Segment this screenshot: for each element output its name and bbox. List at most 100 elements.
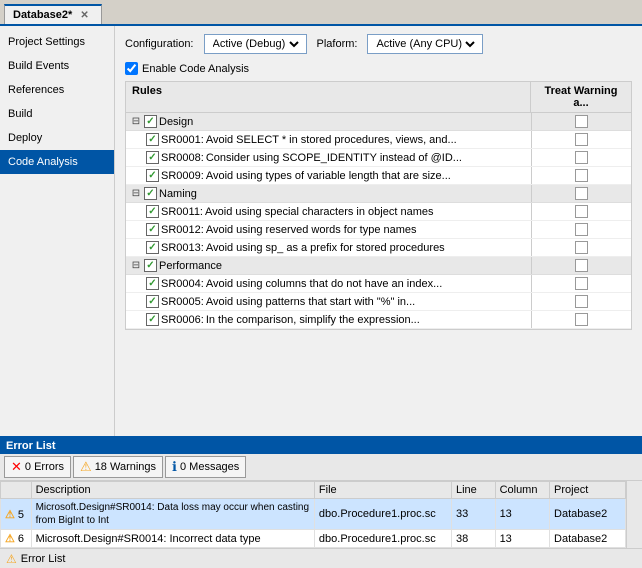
error-table-container: Description File Line Column Project ⚠ 5… (0, 481, 642, 548)
rules-column-header: Rules (126, 82, 531, 112)
col-project: Project (550, 482, 626, 499)
configuration-select[interactable]: Active (Debug) (204, 34, 307, 54)
rule-sr0001: SR0001: Avoid SELECT * in stored procedu… (126, 131, 631, 149)
sr0004-text: Avoid using columns that do not have an … (206, 278, 442, 290)
sr0008-warn-checkbox[interactable] (575, 151, 588, 164)
sr0001-text: Avoid SELECT * in stored procedures, vie… (206, 134, 457, 146)
database2-tab[interactable]: Database2* ✕ (4, 4, 102, 24)
errors-button[interactable]: ✕ 0 Errors (4, 456, 71, 478)
row1-project: Database2 (550, 499, 626, 530)
sr0009-text: Avoid using types of variable length tha… (206, 170, 451, 182)
sr0012-warn-checkbox[interactable] (575, 223, 588, 236)
rules-table: Rules Treat Warning a... ⊟ Design (125, 81, 632, 330)
sr0012-id: SR0012: (161, 224, 204, 236)
sr0006-checkbox[interactable] (146, 313, 159, 326)
tab-close-icon[interactable]: ✕ (80, 10, 88, 21)
rule-sr0009: SR0009: Avoid using types of variable le… (126, 167, 631, 185)
sr0005-warn-checkbox[interactable] (575, 295, 588, 308)
platform-dropdown[interactable]: Active (Any CPU) (372, 37, 478, 51)
sr0013-checkbox[interactable] (146, 241, 159, 254)
group-naming: ⊟ Naming (126, 185, 631, 203)
design-group-label: Design (159, 116, 193, 128)
col-line: Line (451, 482, 495, 499)
naming-group-checkbox[interactable] (144, 187, 157, 200)
sr0006-text: In the comparison, simplify the expressi… (206, 314, 420, 326)
sr0011-warn-checkbox[interactable] (575, 205, 588, 218)
performance-group-label: Performance (159, 260, 222, 272)
sr0006-id: SR0006: (161, 314, 204, 326)
sr0009-warn-checkbox[interactable] (575, 169, 588, 182)
rule-sr0011: SR0011: Avoid using special characters i… (126, 203, 631, 221)
group-performance: ⊟ Performance (126, 257, 631, 275)
sr0004-id: SR0004: (161, 278, 204, 290)
error-list-section: Error List ✕ 0 Errors ⚠ 18 Warnings ℹ 0 … (0, 436, 642, 548)
sr0001-checkbox[interactable] (146, 133, 159, 146)
platform-label: Plaform: (317, 38, 358, 50)
design-group-checkbox[interactable] (144, 115, 157, 128)
error-list-header: Error List (0, 438, 642, 454)
error-table: Description File Line Column Project ⚠ 5… (0, 481, 626, 548)
col-file: File (314, 482, 451, 499)
error-toolbar: ✕ 0 Errors ⚠ 18 Warnings ℹ 0 Messages (0, 454, 642, 481)
performance-expand-btn[interactable]: ⊟ (130, 260, 142, 271)
configuration-dropdown[interactable]: Active (Debug) (209, 37, 302, 51)
error-row-2[interactable]: ⚠ 6 Microsoft.Design#SR0014: Incorrect d… (1, 530, 626, 548)
group-design: ⊟ Design (126, 113, 631, 131)
row2-project: Database2 (550, 530, 626, 548)
design-group-warn-checkbox[interactable] (575, 115, 588, 128)
tab-label: Database2* (13, 9, 72, 21)
enable-code-analysis-label: Enable Code Analysis (142, 63, 249, 75)
rules-body: ⊟ Design SR0001: Avoid SELECT * in store… (126, 113, 631, 329)
sidebar: Project Settings Build Events References… (0, 26, 115, 436)
naming-group-warn-checkbox[interactable] (575, 187, 588, 200)
platform-select[interactable]: Active (Any CPU) (367, 34, 483, 54)
sr0012-text: Avoid using reserved words for type name… (206, 224, 417, 236)
sidebar-item-deploy[interactable]: Deploy (0, 126, 114, 150)
enable-code-analysis-checkbox[interactable] (125, 62, 138, 75)
rule-sr0008: SR0008: Consider using SCOPE_IDENTITY in… (126, 149, 631, 167)
warning-column-header: Treat Warning a... (531, 82, 631, 112)
messages-button[interactable]: ℹ 0 Messages (165, 456, 246, 478)
status-bar: ⚠ Error List (0, 548, 642, 568)
sr0006-warn-checkbox[interactable] (575, 313, 588, 326)
error-row-1[interactable]: ⚠ 5 Microsoft.Design#SR0014: Data loss m… (1, 499, 626, 530)
col-description: Description (31, 482, 314, 499)
row1-file: dbo.Procedure1.proc.sc (314, 499, 451, 530)
sidebar-item-build[interactable]: Build (0, 102, 114, 126)
error-list-title: Error List (6, 440, 56, 452)
sidebar-item-code-analysis[interactable]: Code Analysis (0, 150, 114, 174)
sr0013-id: SR0013: (161, 242, 204, 254)
sr0011-checkbox[interactable] (146, 205, 159, 218)
messages-label: 0 Messages (180, 461, 239, 473)
sr0008-id: SR0008: (161, 152, 204, 164)
col-column: Column (495, 482, 549, 499)
naming-expand-btn[interactable]: ⊟ (130, 188, 142, 199)
sr0001-warn-checkbox[interactable] (575, 133, 588, 146)
sidebar-item-project-settings[interactable]: Project Settings (0, 30, 114, 54)
sidebar-item-references[interactable]: References (0, 78, 114, 102)
sr0004-warn-checkbox[interactable] (575, 277, 588, 290)
scrollbar[interactable] (626, 481, 642, 548)
info-icon: ℹ (172, 459, 177, 475)
sr0004-checkbox[interactable] (146, 277, 159, 290)
performance-group-warn-checkbox[interactable] (575, 259, 588, 272)
sr0012-checkbox[interactable] (146, 223, 159, 236)
design-expand-btn[interactable]: ⊟ (130, 116, 142, 127)
row2-file: dbo.Procedure1.proc.sc (314, 530, 451, 548)
sr0013-warn-checkbox[interactable] (575, 241, 588, 254)
warning-icon: ⚠ (80, 459, 92, 475)
sr0005-checkbox[interactable] (146, 295, 159, 308)
content-area: Configuration: Active (Debug) Plaform: A… (115, 26, 642, 436)
performance-group-checkbox[interactable] (144, 259, 157, 272)
sr0008-text: Consider using SCOPE_IDENTITY instead of… (206, 152, 462, 164)
tab-bar: Database2* ✕ (0, 0, 642, 26)
sidebar-item-build-events[interactable]: Build Events (0, 54, 114, 78)
status-icon: ⚠ (6, 552, 17, 566)
warnings-button[interactable]: ⚠ 18 Warnings (73, 456, 163, 478)
sr0005-text: Avoid using patterns that start with "%"… (206, 296, 415, 308)
rule-sr0004: SR0004: Avoid using columns that do not … (126, 275, 631, 293)
sr0008-checkbox[interactable] (146, 151, 159, 164)
sr0009-checkbox[interactable] (146, 169, 159, 182)
rule-sr0012: SR0012: Avoid using reserved words for t… (126, 221, 631, 239)
row1-line: 33 (451, 499, 495, 530)
